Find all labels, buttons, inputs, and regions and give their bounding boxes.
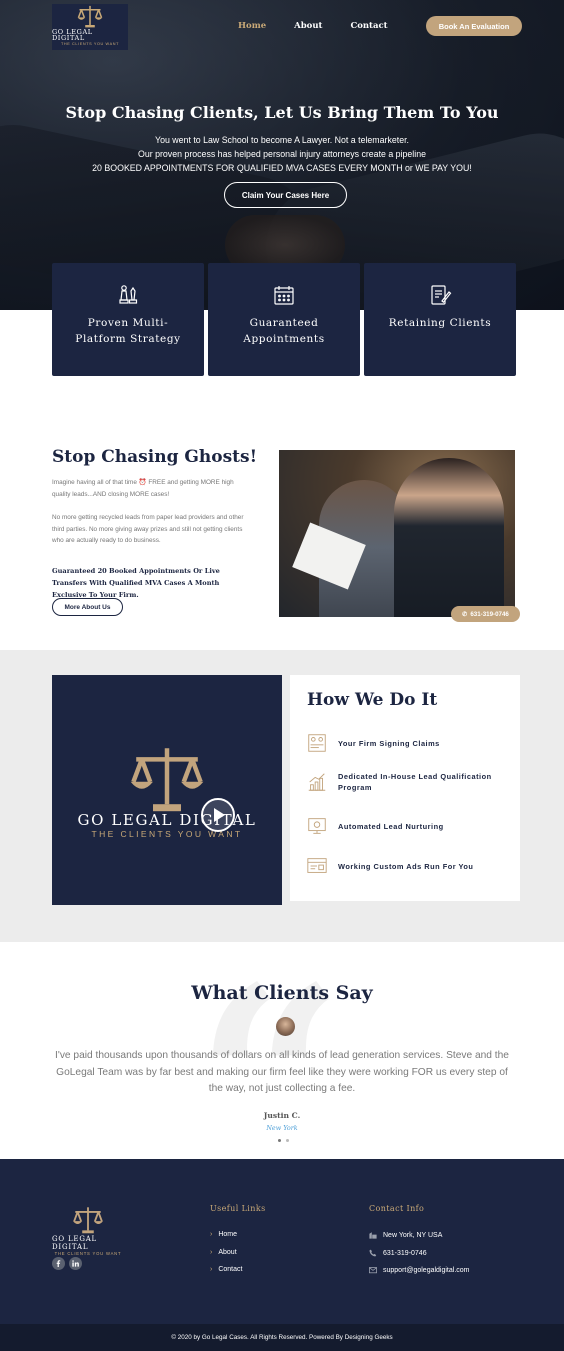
how-title: How We Do It — [307, 690, 438, 710]
play-button[interactable] — [201, 798, 235, 832]
claim-cases-button[interactable]: Claim Your Cases Here — [224, 182, 347, 208]
play-icon — [214, 808, 225, 822]
calendar-icon — [274, 286, 294, 305]
contract-icon — [431, 285, 452, 305]
copyright-bar: © 2020 by Go Legal Cases. All Rights Res… — [0, 1324, 564, 1351]
how-step-text: Working Custom Ads Run For You — [338, 861, 474, 871]
phone-number: 631-319-0746 — [470, 610, 509, 618]
feature-card-strategy[interactable]: Proven Multi-Platform Strategy — [52, 263, 204, 376]
logo-brand: GO LEGAL DIGITAL — [52, 27, 93, 43]
growth-chart-icon — [308, 773, 326, 791]
footer-phone[interactable]: 631-319-0746 — [369, 1249, 427, 1257]
hero-line-2: Our proven process has helped personal i… — [137, 149, 427, 159]
phone-badge[interactable]: ✆ 631-319-0746 — [451, 606, 520, 622]
address-text: New York, NY USA — [383, 1231, 443, 1239]
chevron-right-icon: › — [210, 1231, 213, 1238]
ghosts-section: Stop Chasing Ghosts! Imagine having all … — [0, 425, 564, 622]
testimonial-author: Justin C. — [263, 1111, 301, 1120]
footer-link-home[interactable]: › Home — [210, 1231, 237, 1238]
phone-icon: ✆ — [462, 610, 468, 618]
how-step: Working Custom Ads Run For You — [306, 855, 508, 877]
avatar — [276, 1017, 295, 1036]
how-step-text: Your Firm Signing Claims — [338, 738, 440, 748]
ghosts-paragraph: No more getting recycled leads from pape… — [52, 514, 244, 544]
how-section: GO LEGAL DIGITAL THE CLIENTS YOU WANT Ho… — [0, 650, 564, 942]
carousel-dot[interactable] — [278, 1139, 281, 1142]
more-about-us-button[interactable]: More About Us — [52, 598, 123, 616]
feature-card-appointments[interactable]: Guaranteed Appointments — [208, 263, 360, 376]
carousel-dots — [278, 1139, 289, 1142]
site-logo[interactable]: GO LEGAL DIGITAL THE CLIENTS YOU WANT — [52, 4, 128, 50]
how-step: Dedicated In-House Lead Qualification Pr… — [306, 771, 508, 793]
linkedin-icon — [72, 1260, 79, 1267]
footer-link-about[interactable]: › About — [210, 1249, 237, 1256]
how-step-text: Dedicated In-House Lead Qualification Pr… — [338, 772, 492, 792]
footer-tagline: THE CLIENTS YOU WANT — [54, 1251, 122, 1256]
testimonial-location: New York — [266, 1124, 298, 1132]
footer-brand: GO LEGAL DIGITAL — [52, 1235, 98, 1251]
how-step: Automated Lead Nurturing — [306, 815, 508, 837]
chevron-right-icon: › — [210, 1249, 213, 1256]
footer-link-label: About — [218, 1249, 237, 1256]
main-nav: Home About Contact — [238, 21, 388, 31]
scales-icon — [73, 1207, 103, 1234]
feature-label: Retaining Clients — [388, 317, 492, 329]
how-we-do-it-card: How We Do It Your Firm Signing Claims De… — [290, 675, 520, 901]
footer-link-label: Home — [218, 1231, 238, 1238]
nav-home[interactable]: Home — [238, 21, 266, 31]
hero-line-3: 20 BOOKED APPOINTMENTS FOR QUALIFIED MVA… — [92, 163, 472, 173]
footer-logo[interactable]: GO LEGAL DIGITAL THE CLIENTS YOU WANT — [52, 1205, 124, 1256]
feature-cards: Proven Multi-Platform Strategy Guarantee… — [52, 263, 516, 376]
feature-label: Proven Multi-Platform Strategy — [75, 317, 181, 345]
facebook-link[interactable] — [52, 1257, 65, 1270]
feature-label: Guaranteed Appointments — [243, 317, 325, 345]
useful-links-title: Useful Links — [210, 1204, 266, 1213]
ghosts-paragraph: Imagine having all of that time ⏰ FREE a… — [52, 479, 234, 498]
how-step: Your Firm Signing Claims — [306, 732, 508, 754]
scales-icon — [130, 748, 204, 812]
book-evaluation-button[interactable]: Book An Evaluation — [426, 16, 522, 36]
linkedin-link[interactable] — [69, 1257, 82, 1270]
testimonials-section: “ What Clients Say I've paid thousands u… — [0, 942, 564, 1159]
facebook-icon — [56, 1260, 61, 1267]
phone-text: 631-319-0746 — [383, 1249, 427, 1257]
hero-line-1: You went to Law School to become A Lawye… — [155, 135, 409, 145]
testimonial-quote: I've paid thousands upon thousands of do… — [55, 1050, 509, 1094]
ghosts-title: Stop Chasing Ghosts! — [52, 447, 258, 467]
copyright-text: © 2020 by Go Legal Cases. All Rights Res… — [171, 1334, 393, 1341]
logo-tagline: THE CLIENTS YOU WANT — [61, 41, 119, 46]
footer-email[interactable]: support@golegaldigital.com — [369, 1266, 470, 1274]
ads-icon — [307, 858, 327, 873]
building-icon — [369, 1232, 377, 1239]
signing-icon — [308, 734, 326, 752]
envelope-icon — [369, 1267, 377, 1274]
testimonials-title: What Clients Say — [191, 982, 373, 1004]
scales-icon — [77, 5, 103, 28]
how-step-text: Automated Lead Nurturing — [338, 821, 444, 831]
nav-about[interactable]: About — [294, 21, 322, 31]
footer-link-contact[interactable]: › Contact — [210, 1266, 242, 1273]
carousel-dot[interactable] — [286, 1139, 289, 1142]
footer-address: New York, NY USA — [369, 1231, 442, 1239]
email-text: support@golegaldigital.com — [383, 1266, 470, 1274]
contact-info-title: Contact Info — [369, 1204, 425, 1213]
feature-card-retaining[interactable]: Retaining Clients — [364, 263, 516, 376]
strategy-icon — [119, 285, 138, 304]
hero-subtitle: You went to Law School to become A Lawye… — [0, 133, 564, 175]
footer-link-label: Contact — [218, 1266, 243, 1273]
nav-contact[interactable]: Contact — [350, 21, 387, 31]
phone-icon — [369, 1249, 377, 1257]
chevron-right-icon: › — [210, 1266, 213, 1273]
automation-icon — [308, 818, 326, 834]
footer: GO LEGAL DIGITAL THE CLIENTS YOU WANT Us… — [0, 1159, 564, 1324]
ghosts-guarantee: Guaranteed 20 Booked Appointments Or Liv… — [52, 567, 220, 599]
hero-title: Stop Chasing Clients, Let Us Bring Them … — [65, 103, 499, 122]
business-people-photo — [279, 450, 515, 617]
intro-video[interactable]: GO LEGAL DIGITAL THE CLIENTS YOU WANT — [52, 675, 282, 905]
